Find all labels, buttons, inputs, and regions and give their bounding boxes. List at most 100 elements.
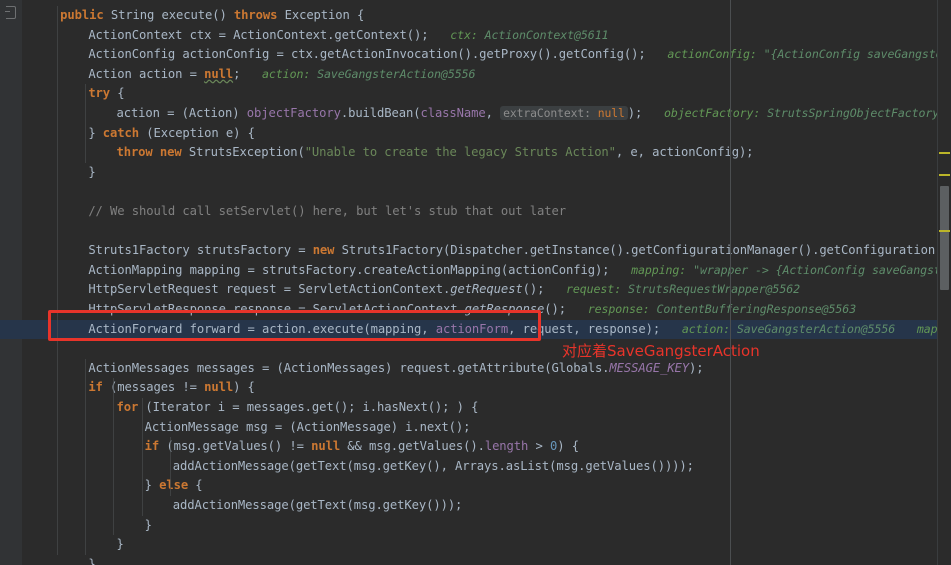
debugger-inline-value-name: mapping: [631, 263, 693, 277]
debugger-inline-value-text: "wrapper -> {ActionConfig saveGangster (… [693, 263, 951, 277]
code-token: className [420, 106, 485, 120]
code-token: new [160, 145, 182, 159]
debugger-inline-value[interactable]: actionConfig: "{ActionConfig saveGangste… [667, 47, 951, 61]
code-line[interactable]: throw new StrutsException("Unable to cre… [116, 143, 753, 163]
code-line[interactable]: ActionContext ctx = ActionContext.getCon… [88, 26, 608, 46]
editor-gutter[interactable] [0, 0, 23, 565]
code-line[interactable]: } catch (Exception e) { [88, 124, 255, 144]
debugger-inline-value-text: StrutsSpringObjectFactory@5617 [767, 106, 951, 120]
code-token: , [486, 106, 500, 120]
debugger-inline-value-name: objectFactory: [664, 106, 767, 120]
code-line[interactable]: for (Iterator i = messages.get(); i.hasN… [116, 398, 478, 418]
debugger-inline-value-text: SaveGangsterAction@5556 [317, 67, 475, 81]
code-token: && msg.getValues(). [340, 439, 485, 453]
parameter-inlay-hint: extraContext: null [500, 106, 628, 120]
debugger-inline-value[interactable]: mapping: "wrapper -> {ActionConfig saveG… [631, 263, 951, 277]
indent-guide [85, 84, 86, 162]
code-line[interactable]: } [116, 535, 123, 555]
debugger-inline-value[interactable]: action: SaveGangsterAction@5556 [262, 67, 475, 81]
code-editor[interactable]: public String execute() throws Exception… [0, 0, 951, 565]
debugger-inline-value[interactable]: request: StrutsRequestWrapper@5562 [566, 282, 800, 296]
code-token-keyword: null [204, 67, 233, 81]
scrollbar-thumb[interactable] [940, 186, 949, 290]
code-token: (); [544, 302, 566, 316]
debugger-inline-value-text: ContentBufferingResponse@5563 [657, 302, 857, 316]
code-line[interactable]: ActionConfig actionConfig = ctx.getActio… [88, 45, 951, 65]
code-token: } [145, 478, 159, 492]
debugger-inline-value-text: ActionContext@5611 [485, 28, 609, 42]
debugger-inline-value[interactable]: response: ContentBufferingResponse@5563 [588, 302, 856, 316]
code-fold-icon[interactable] [6, 6, 16, 19]
code-canvas[interactable]: public String execute() throws Exception… [22, 0, 951, 565]
code-token: } [145, 518, 152, 532]
code-line[interactable]: action = (Action) objectFactory.buildBea… [116, 104, 951, 124]
hint-spacer [566, 302, 588, 316]
code-line[interactable]: ActionMapping mapping = strutsFactory.cr… [88, 261, 951, 281]
code-token: if [145, 439, 159, 453]
code-token: > [528, 439, 550, 453]
indent-guide [85, 359, 86, 555]
code-line[interactable]: } [88, 555, 95, 565]
indent-guide [142, 398, 143, 516]
hint-spacer [895, 322, 917, 336]
code-token: ); [689, 361, 703, 375]
editor-scrollbar[interactable] [937, 0, 951, 565]
code-token: action = (Action) [116, 106, 246, 120]
annotation-note-text: 对应着SaveGangsterAction [562, 340, 760, 361]
code-token: Struts1Factory(Dispatcher.getInstance().… [334, 243, 951, 257]
code-token: throw [116, 145, 152, 159]
code-token: null [204, 380, 233, 394]
hint-spacer [609, 263, 631, 277]
scrollbar-warning-marker[interactable] [939, 174, 950, 176]
code-token: Action action = [88, 67, 204, 81]
code-line[interactable]: ActionForward forward = action.execute(m… [88, 320, 951, 340]
code-token: ActionContext ctx = ActionContext.getCon… [88, 28, 428, 42]
code-token: ActionMessages messages = (ActionMessage… [88, 361, 609, 375]
code-line[interactable]: addActionMessage(getText(msg.getKey(), A… [173, 457, 694, 477]
code-line[interactable]: Action action = null; action: SaveGangst… [88, 65, 475, 85]
code-token: new [313, 243, 335, 257]
code-line[interactable]: try { [88, 84, 124, 104]
debugger-inline-value-name: action: [262, 67, 317, 81]
hint-spacer [660, 322, 682, 336]
debugger-inline-value-name: response: [588, 302, 657, 316]
debugger-inline-value-text: StrutsRequestWrapper@5562 [628, 282, 800, 296]
code-token: objectFactory [247, 106, 341, 120]
right-margin-guide [730, 0, 731, 565]
code-token: Exception [285, 8, 350, 22]
code-line[interactable]: } [88, 163, 95, 183]
debugger-inline-value-name: actionConfig: [667, 47, 763, 61]
code-token: addActionMessage(getText(msg.getKey(), A… [173, 459, 694, 473]
code-line[interactable]: // We should call setServlet() here, but… [88, 202, 566, 222]
code-line[interactable]: addActionMessage(getText(msg.getKey())); [173, 496, 463, 516]
code-line[interactable]: if (msg.getValues() != null && msg.getVa… [145, 437, 579, 457]
code-token: actionForm [436, 322, 508, 336]
code-token: throws [234, 8, 277, 22]
scrollbar-warning-marker[interactable] [939, 152, 950, 154]
code-token [153, 145, 160, 159]
code-token: else [159, 478, 188, 492]
code-line[interactable]: ActionMessages messages = (ActionMessage… [88, 359, 703, 379]
code-token: HttpServletResponse response = ServletAc… [88, 302, 464, 316]
code-token: { [350, 8, 364, 22]
code-line[interactable]: } [145, 516, 152, 536]
code-line[interactable]: HttpServletResponse response = ServletAc… [88, 300, 856, 320]
code-token: () [212, 8, 234, 22]
debugger-inline-value[interactable]: action: SaveGangsterAction@5556 [682, 322, 895, 336]
code-token: null [311, 439, 340, 453]
code-token: try [88, 86, 110, 100]
code-token: ActionMessage msg = (ActionMessage) i.ne… [145, 420, 471, 434]
code-line[interactable]: ActionMessage msg = (ActionMessage) i.ne… [145, 418, 471, 438]
debugger-inline-value[interactable]: ctx: ActionContext@5611 [450, 28, 608, 42]
code-line[interactable]: } else { [145, 476, 203, 496]
code-token: ActionConfig actionConfig = ctx.getActio… [88, 47, 645, 61]
code-token: } [88, 126, 102, 140]
code-token: "Unable to create the legacy Struts Acti… [305, 145, 616, 159]
code-line[interactable]: Struts1Factory strutsFactory = new Strut… [88, 241, 951, 261]
code-line[interactable]: public String execute() throws Exception… [60, 6, 364, 26]
code-token: (Iterator i = messages.get(); i.hasNext(… [138, 400, 478, 414]
scrollbar-warning-marker[interactable] [939, 230, 950, 232]
debugger-inline-value-text: SaveGangsterAction@5556 [737, 322, 895, 336]
debugger-inline-value[interactable]: objectFactory: StrutsSpringObjectFactory… [664, 106, 951, 120]
code-line[interactable]: HttpServletRequest request = ServletActi… [88, 280, 800, 300]
